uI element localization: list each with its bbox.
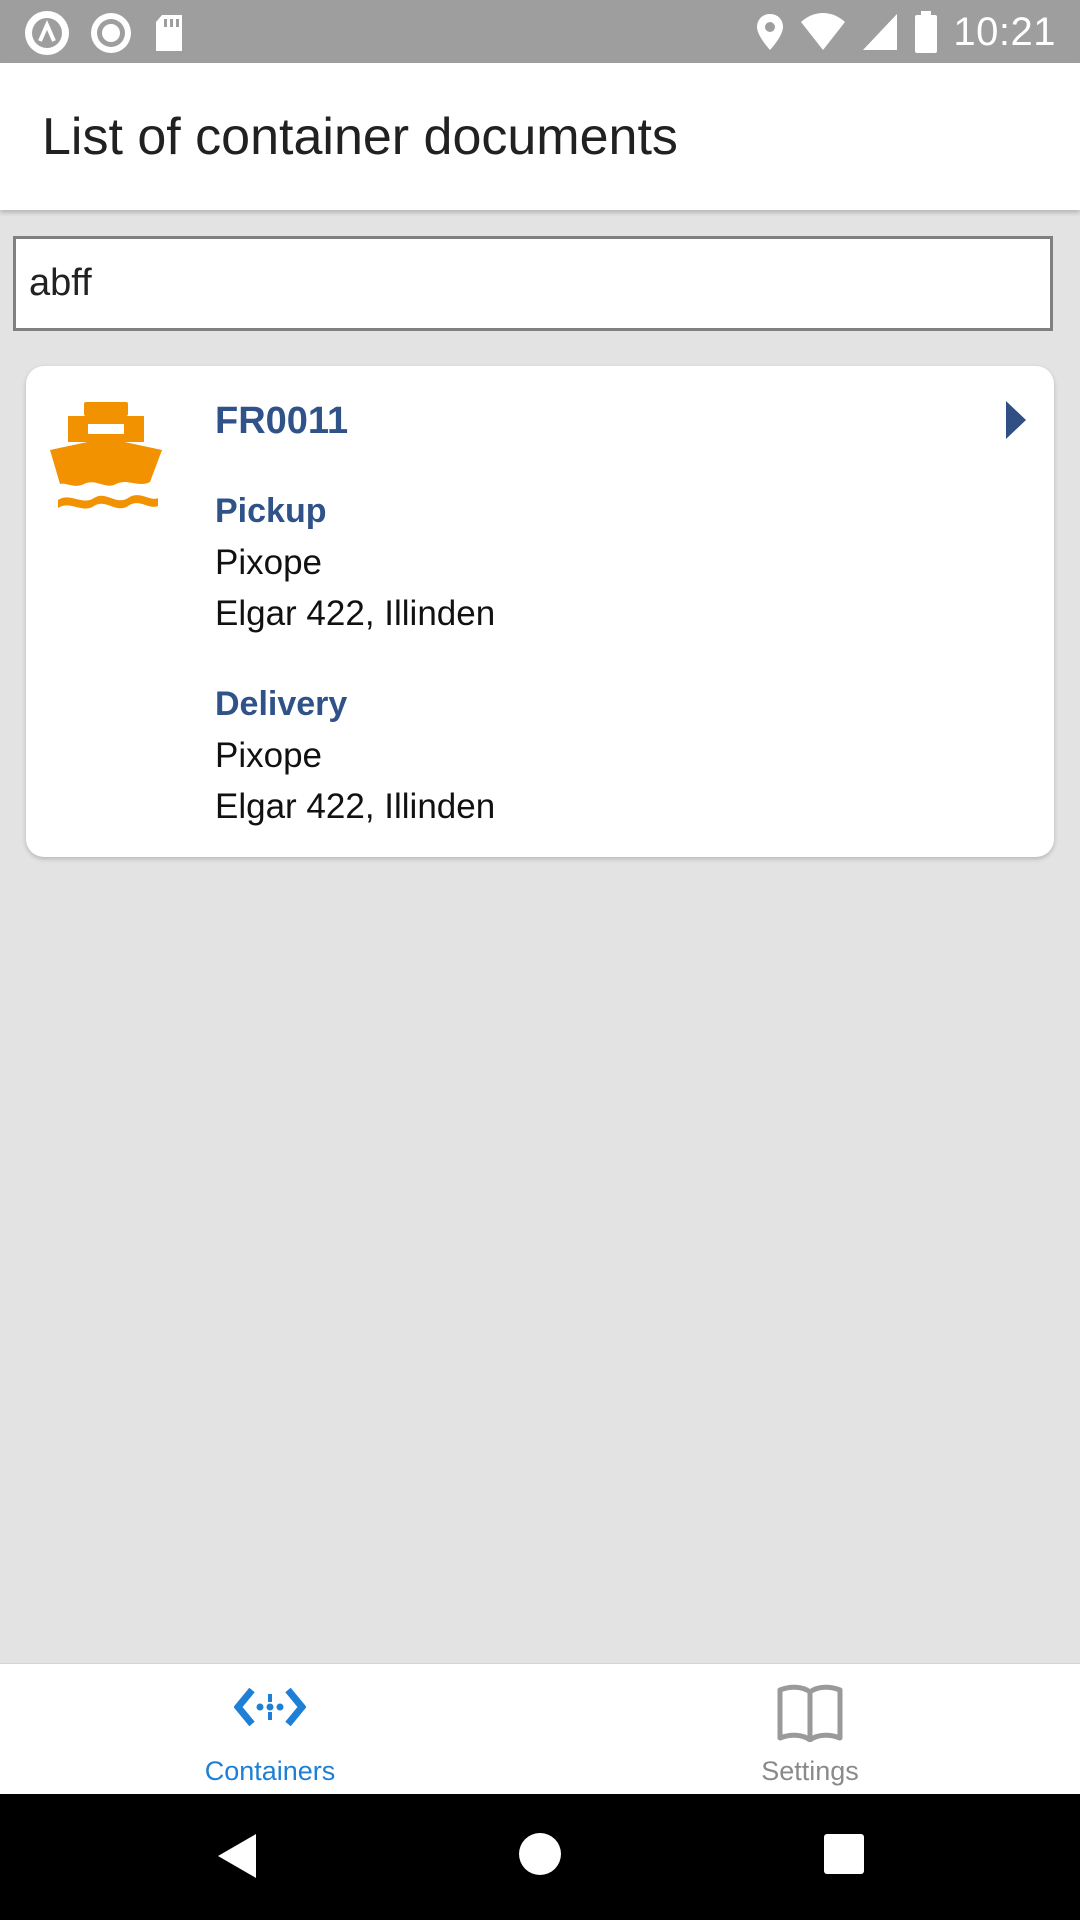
battery-icon xyxy=(915,11,938,53)
page-title: List of container documents xyxy=(42,108,678,166)
nav-label-settings: Settings xyxy=(761,1756,859,1786)
pickup-address: Elgar 422, Illinden xyxy=(215,594,496,633)
chevron-right-icon[interactable] xyxy=(1004,399,1028,441)
app-bar: List of container documents xyxy=(0,63,1080,210)
app-logo-icon xyxy=(25,11,69,55)
wifi-icon xyxy=(801,13,846,50)
pickup-name: Pixope xyxy=(215,543,323,582)
nav-label-containers: Containers xyxy=(204,1756,336,1786)
bottom-navigation: Containers Settings xyxy=(0,1663,1080,1794)
delivery-address: Elgar 422, Illinden xyxy=(215,787,496,826)
record-icon xyxy=(91,13,131,53)
search-input[interactable] xyxy=(16,239,1050,328)
system-navigation-bar xyxy=(0,1794,1080,1920)
recents-icon[interactable] xyxy=(824,1834,864,1874)
delivery-name: Pixope xyxy=(215,736,323,775)
pickup-label: Pickup xyxy=(215,492,327,530)
back-icon[interactable] xyxy=(216,1832,258,1880)
search-box[interactable] xyxy=(13,236,1053,331)
container-document-card[interactable]: FR0011 Pickup Pixope Elgar 422, Illinden… xyxy=(26,366,1054,857)
nav-item-settings[interactable]: Settings xyxy=(540,1664,1080,1795)
delivery-label: Delivery xyxy=(215,685,348,723)
ship-icon xyxy=(50,402,162,509)
book-icon xyxy=(777,1684,843,1742)
nav-item-containers[interactable]: Containers xyxy=(0,1664,540,1795)
home-icon[interactable] xyxy=(518,1832,562,1876)
signal-icon xyxy=(863,14,898,50)
location-icon xyxy=(757,14,784,50)
containers-icon xyxy=(234,1687,306,1727)
status-bar: 10:21 xyxy=(0,0,1080,63)
status-time: 10:21 xyxy=(953,10,1056,54)
sd-card-icon xyxy=(156,15,182,51)
document-id: FR0011 xyxy=(215,400,349,442)
